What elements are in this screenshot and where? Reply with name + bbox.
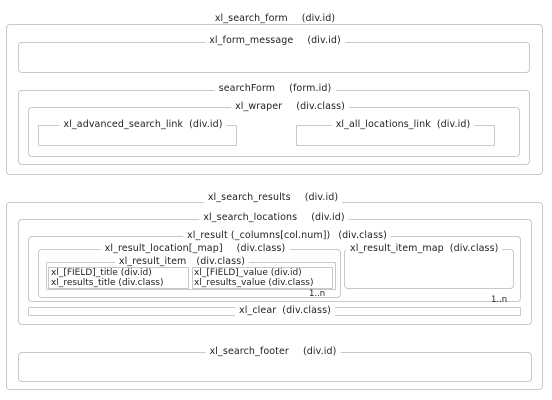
search-form-inner-kind: (form.id) (289, 83, 332, 94)
form-message-kind: (div.id) (307, 35, 341, 46)
result-item-map-name: xl_result_item_map (350, 243, 444, 254)
results-title-text: xl_results_title (div.class) (51, 278, 164, 288)
result-location-label: xl_result_location[_map] (div.class) (100, 243, 290, 254)
all-locations-link-name: xl_all_locations_link (335, 119, 431, 130)
search-locations-name: xl_search_locations (203, 212, 298, 223)
search-locations-label: xl_search_locations (div.id) (199, 212, 349, 223)
location-multiplicity-text: 1..n (491, 295, 508, 305)
result-kind: (div.class) (338, 230, 387, 241)
form-message-name: xl_form_message (209, 35, 294, 46)
result-item-map-box (344, 249, 514, 289)
form-message-label: xl_form_message (div.id) (205, 35, 345, 46)
search-results-label: xl_search_results (div.id) (203, 192, 343, 203)
search-form-inner-label: searchForm (form.id) (214, 83, 336, 94)
search-form-name: xl_search_form (214, 13, 288, 24)
advanced-search-link-kind: (div.id) (189, 119, 223, 130)
all-locations-link-kind: (div.id) (436, 119, 471, 130)
clear-kind: (div.class) (282, 305, 331, 316)
wraper-name: xl_wraper (235, 101, 283, 112)
result-item-kind: (div.class) (196, 256, 246, 267)
advanced-search-link-label: xl_advanced_search_link (div.id) (59, 119, 227, 130)
result-label: xl_result (_columns[col.num]) (div.class) (183, 230, 391, 241)
field-value-text: xl_[FIELD]_value (div.id) (194, 268, 302, 278)
results-value-text: xl_results_value (div.class) (194, 278, 314, 288)
wraper-label: xl_wraper (div.class) (231, 101, 349, 112)
clear-label: xl_clear (div.class) (235, 305, 335, 316)
search-form-inner-name: searchForm (218, 83, 276, 94)
result-item-name: xl_result_item (118, 256, 187, 267)
clear-name: xl_clear (239, 305, 277, 316)
result-location-name: xl_result_location[_map] (104, 243, 223, 254)
result-item-map-kind: (div.class) (449, 243, 499, 254)
search-footer-name: xl_search_footer (209, 346, 289, 357)
advanced-search-link-name: xl_advanced_search_link (63, 119, 184, 130)
wraper-kind: (div.class) (296, 101, 345, 112)
field-title-text: xl_[FIELD]_title (div.id) (51, 268, 152, 278)
search-form-label: xl_search_form (div.id) (210, 13, 340, 24)
all-locations-link-label: xl_all_locations_link (div.id) (331, 119, 475, 130)
result-item-label: xl_result_item (div.class) (114, 256, 250, 267)
result-name: xl_result (_columns[col.num]) (187, 230, 331, 241)
item-multiplicity-text: 1..n (309, 289, 326, 299)
form-message-box (18, 42, 530, 73)
search-footer-label: xl_search_footer (div.id) (205, 346, 341, 357)
search-form-kind: (div.id) (301, 13, 336, 24)
result-item-map-label: xl_result_item_map (div.class) (346, 243, 503, 254)
search-results-kind: (div.id) (304, 192, 339, 203)
search-footer-kind: (div.id) (302, 346, 337, 357)
search-results-name: xl_search_results (207, 192, 291, 203)
search-locations-kind: (div.id) (311, 212, 345, 223)
result-location-kind: (div.class) (236, 243, 286, 254)
